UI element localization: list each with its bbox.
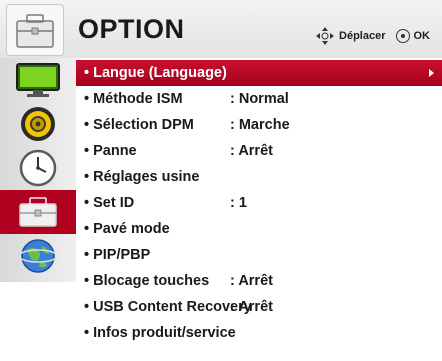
sidebar-item-picture[interactable]: [0, 58, 76, 102]
menu-item-value: : Arrêt: [230, 273, 273, 289]
ok-button-icon: [395, 29, 410, 43]
menu-item-value: : 1: [230, 195, 247, 211]
menu-item-label: • Infos produit/service: [84, 325, 236, 341]
audio-speaker-icon: [21, 107, 55, 141]
menu-item-panne[interactable]: • Panne : Arrêt: [76, 138, 442, 164]
sidebar-item-audio[interactable]: [0, 102, 76, 146]
page-title: OPTION: [78, 14, 185, 44]
menu-item-value: : Normal: [230, 91, 289, 107]
menu-item-label: • Panne: [84, 143, 137, 159]
menu-item-value: : Marche: [230, 117, 290, 133]
navigation-arrows-icon: [316, 27, 335, 45]
sidebar-item-time[interactable]: [0, 146, 76, 190]
menu-item-value: : Arrêt: [230, 299, 273, 315]
toolbox-icon: [19, 197, 57, 227]
menu-item-selection-dpm[interactable]: • Sélection DPM : Marche: [76, 112, 442, 138]
menu-item-label: • Langue (Language): [84, 65, 227, 81]
network-globe-icon: [18, 239, 58, 273]
menu-item-pip-pbp[interactable]: • PIP/PBP: [76, 242, 442, 268]
clock-icon: [19, 149, 57, 187]
menu-item-set-id[interactable]: • Set ID : 1: [76, 190, 442, 216]
menu-item-label: • Set ID: [84, 195, 135, 211]
move-hint-label: Déplacer: [339, 30, 386, 42]
menu-header: OPTION Déplacer OK: [0, 0, 442, 59]
ok-hint-label: OK: [413, 30, 431, 42]
sidebar-item-network[interactable]: [0, 234, 76, 278]
menu-item-methode-ism[interactable]: • Méthode ISM : Normal: [76, 86, 442, 112]
menu-item-blocage-touches[interactable]: • Blocage touches : Arrêt: [76, 268, 442, 294]
menu-item-usb-content-recovery[interactable]: • USB Content Recovery: Arrêt: [76, 294, 442, 320]
option-list: • Langue (Language) • Méthode ISM : Normal…: [76, 58, 442, 361]
menu-item-value: : Arrêt: [230, 143, 273, 159]
menu-item-label: • Méthode ISM: [84, 91, 183, 107]
category-sidebar: [0, 58, 77, 282]
toolbox-icon: [6, 4, 64, 56]
menu-item-label: • Réglages usine: [84, 169, 200, 185]
option-menu-osd: OPTION Déplacer OK • Langue (Language) •…: [0, 0, 442, 361]
menu-item-infos-produit[interactable]: • Infos produit/service: [76, 320, 442, 346]
menu-item-label: • Pavé mode: [84, 221, 170, 237]
menu-item-label: • PIP/PBP: [84, 247, 151, 263]
menu-item-label: • USB Content Recovery: [84, 299, 252, 315]
picture-monitor-icon: [16, 63, 60, 97]
menu-item-label: • Blocage touches: [84, 273, 210, 289]
menu-item-pave-mode[interactable]: • Pavé mode: [76, 216, 442, 242]
menu-item-langue[interactable]: • Langue (Language): [76, 60, 442, 86]
menu-item-label: • Sélection DPM: [84, 117, 194, 133]
submenu-arrow-icon: [429, 69, 434, 77]
sidebar-item-option[interactable]: [0, 190, 76, 234]
menu-item-reglages-usine[interactable]: • Réglages usine: [76, 164, 442, 190]
control-hint: Déplacer OK: [315, 26, 430, 46]
